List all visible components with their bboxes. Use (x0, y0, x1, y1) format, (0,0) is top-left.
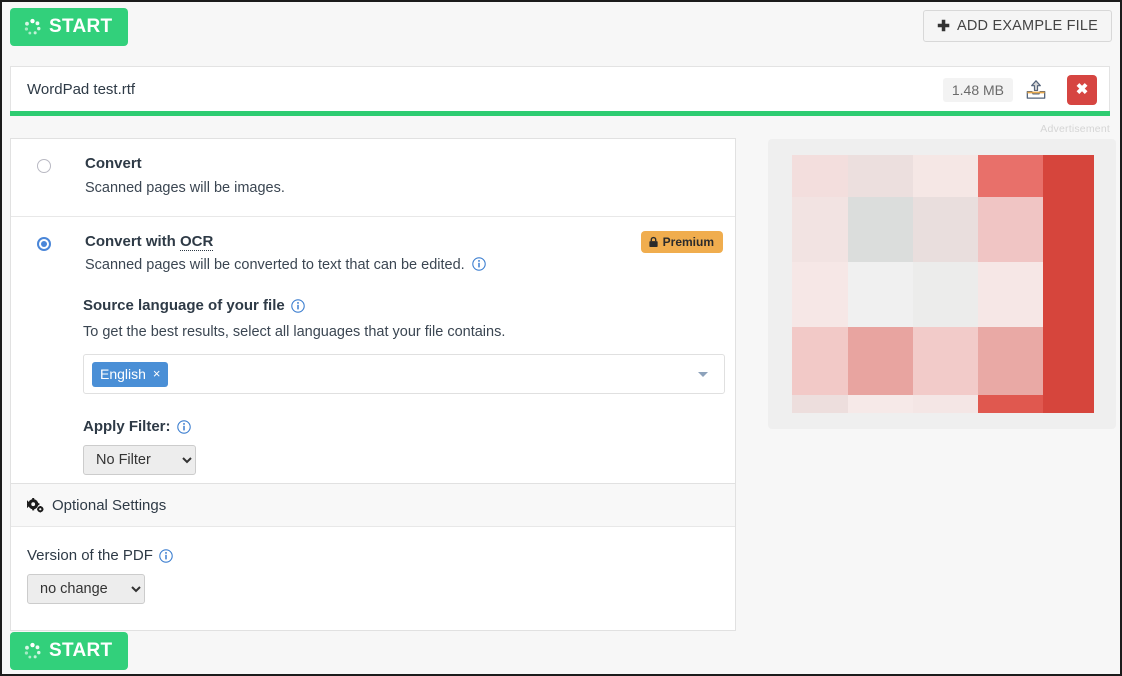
lock-icon (649, 236, 658, 247)
ad-cell (978, 155, 1043, 197)
ad-cell (978, 395, 1043, 413)
start-button-label: START (49, 16, 113, 37)
info-icon[interactable] (176, 419, 191, 434)
pdf-version-label: Version of the PDF (27, 547, 153, 564)
pdf-version-select[interactable]: no change (27, 574, 145, 604)
ad-cell (978, 327, 1043, 395)
ad-cell (1043, 197, 1094, 262)
option-ocr-description: Scanned pages will be converted to text … (85, 256, 721, 275)
pdf-version-label-row: Version of the PDF (27, 547, 719, 564)
advertisement-label: Advertisement (1040, 123, 1110, 135)
cogs-icon (27, 497, 44, 512)
add-example-file-button[interactable]: ✚ ADD EXAMPLE FILE (923, 10, 1112, 42)
ad-cell (848, 262, 913, 327)
conversion-options-panel: Convert Scanned pages will be images. Pr… (10, 138, 736, 495)
ad-cell (913, 262, 978, 327)
ad-cell (913, 155, 978, 197)
ocr-language-section: Source language of your file To get the … (83, 297, 725, 476)
optional-settings-header[interactable]: Optional Settings (11, 484, 735, 527)
ad-cell (1043, 262, 1094, 327)
language-multiselect[interactable]: English × (83, 354, 725, 395)
advertisement-grid (792, 155, 1094, 413)
option-ocr-title-pre: Convert with (85, 232, 181, 250)
info-icon[interactable] (159, 548, 173, 563)
radio-convert-with-ocr[interactable] (37, 236, 51, 251)
radio-convert[interactable] (37, 159, 51, 173)
ad-cell (792, 327, 848, 395)
premium-badge-label: Premium (662, 234, 714, 249)
option-convert-with-ocr[interactable]: Premium Convert with OCR Scanned pages w… (11, 215, 735, 494)
ad-cell (1043, 155, 1094, 197)
start-button-top[interactable]: START (10, 8, 129, 46)
apply-filter-label: Apply Filter: (83, 418, 171, 436)
top-toolbar: START ✚ ADD EXAMPLE FILE (2, 2, 1120, 54)
uploaded-file-row: WordPad test.rtf 1.48 MB ✖ (10, 66, 1110, 112)
spinner-icon (24, 642, 41, 658)
app-page: START ✚ ADD EXAMPLE FILE WordPad test.rt… (2, 2, 1120, 674)
ad-cell (848, 395, 913, 413)
cloud-upload-icon[interactable] (1023, 77, 1049, 103)
spinner-icon (24, 18, 41, 34)
ad-cell (792, 197, 848, 262)
optional-settings-panel: Optional Settings Version of the PDF no … (10, 483, 736, 631)
apply-filter-select[interactable]: No Filter (83, 445, 196, 476)
apply-filter-label-row: Apply Filter: (83, 418, 721, 435)
add-example-file-label: ADD EXAMPLE FILE (957, 18, 1098, 34)
file-name: WordPad test.rtf (27, 81, 136, 98)
ad-cell (848, 197, 913, 262)
advertisement-box[interactable] (768, 139, 1116, 429)
optional-settings-heading: Optional Settings (52, 496, 167, 514)
ad-cell (913, 327, 978, 395)
ad-cell (913, 197, 978, 262)
premium-badge[interactable]: Premium (640, 230, 723, 253)
start-button-bottom[interactable]: START (10, 632, 129, 670)
ad-cell (1043, 395, 1094, 413)
file-progress-bar (10, 111, 1110, 116)
optional-settings-body: Version of the PDF no change (11, 527, 735, 630)
plus-icon: ✚ (937, 17, 950, 35)
option-ocr-title-abbr: OCR (180, 232, 214, 251)
ad-cell (978, 262, 1043, 327)
close-icon[interactable]: × (153, 367, 161, 380)
ad-cell (792, 262, 848, 327)
start-button-label: START (49, 640, 113, 661)
ocr-language-label: Source language of your file (83, 297, 285, 315)
option-convert-title: Convert (85, 155, 142, 172)
option-convert[interactable]: Convert Scanned pages will be images. (11, 139, 735, 216)
file-size: 1.48 MB (942, 77, 1013, 102)
info-icon[interactable] (471, 257, 486, 272)
ad-cell (913, 395, 978, 413)
option-ocr-title: Convert with OCR (85, 232, 721, 252)
remove-file-button[interactable]: ✖ (1067, 74, 1097, 105)
apply-filter-section: Apply Filter: No Filter (83, 418, 721, 476)
option-convert-description: Scanned pages will be images. (85, 179, 285, 196)
ad-cell (792, 155, 848, 197)
option-ocr-description-text: Scanned pages will be converted to text … (85, 257, 465, 274)
ad-cell (848, 327, 913, 395)
ocr-language-label-row: Source language of your file (83, 297, 721, 314)
info-icon[interactable] (290, 298, 305, 313)
language-chip-label: English (100, 365, 146, 382)
ad-cell (848, 155, 913, 197)
ad-cell (978, 197, 1043, 262)
ad-cell (1043, 327, 1094, 395)
ad-cell (792, 395, 848, 413)
close-icon: ✖ (1075, 81, 1089, 98)
language-chip-english[interactable]: English × (92, 361, 168, 387)
chevron-down-icon[interactable] (698, 371, 708, 377)
ocr-language-hint: To get the best results, select all lang… (83, 324, 506, 341)
